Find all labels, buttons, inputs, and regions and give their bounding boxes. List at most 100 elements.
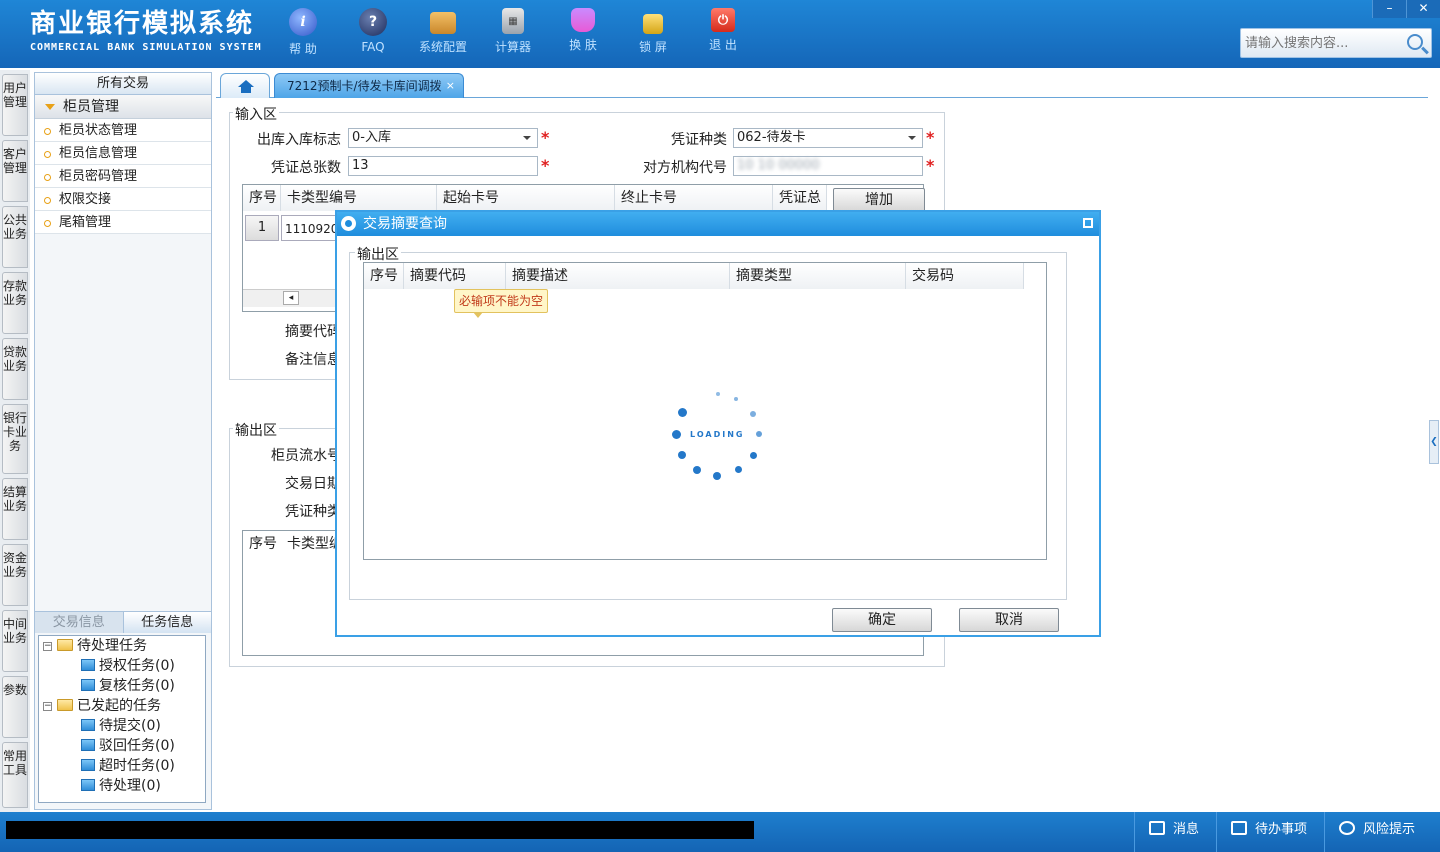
- nav-item-cash-box[interactable]: 尾箱管理: [35, 211, 211, 234]
- in-out-flag-label: 出库入库标志: [257, 132, 341, 148]
- tab-label: 7212预制卡/待发卡库间调拨: [287, 79, 442, 93]
- vtab-deposit[interactable]: 存款业务: [2, 272, 28, 334]
- skin-icon: [571, 8, 595, 32]
- tab-transaction-info[interactable]: 交易信息: [35, 612, 123, 633]
- tab-close-icon[interactable]: ×: [446, 74, 455, 98]
- minimize-button[interactable]: –: [1372, 0, 1406, 18]
- summary-header-index: 序号: [364, 263, 404, 289]
- todo-button[interactable]: 待办事项: [1216, 812, 1324, 852]
- file-icon: [81, 679, 95, 691]
- tree-node-auth[interactable]: 授权任务(0): [81, 656, 175, 676]
- row-card-type-cell[interactable]: 11109201: [281, 215, 337, 241]
- tree-node-review[interactable]: 复核任务(0): [81, 676, 175, 696]
- teller-seq-label: 柜员流水号: [271, 448, 341, 464]
- add-button[interactable]: 增加: [833, 188, 925, 212]
- calculator-label: 计算器: [494, 40, 531, 54]
- in-out-flag-select[interactable]: 0-入库: [348, 128, 538, 148]
- all-transactions-header[interactable]: 所有交易: [35, 73, 211, 95]
- messages-button[interactable]: 消息: [1134, 812, 1216, 852]
- summary-header-code: 摘要代码: [404, 263, 506, 289]
- tree-node-initiated[interactable]: 已发起的任务: [57, 696, 161, 716]
- spinner-dot: [750, 411, 756, 417]
- task-tab-bar: 交易信息 任务信息: [35, 611, 211, 633]
- tree-label: 授权任务(0): [99, 658, 175, 674]
- vtab-common-tools[interactable]: 常用工具: [2, 742, 28, 808]
- info-icon: i: [289, 8, 317, 36]
- scroll-left-icon[interactable]: ◂: [283, 291, 299, 305]
- nav-item-permission-handover[interactable]: 权限交接: [35, 188, 211, 211]
- app-subtitle: COMMERCIAL BANK SIMULATION SYSTEM: [30, 42, 262, 53]
- vtab-bank-card[interactable]: 银行卡业务: [2, 404, 28, 474]
- tab-card-transfer[interactable]: 7212预制卡/待发卡库间调拨 ×: [274, 73, 464, 98]
- file-icon: [81, 739, 95, 751]
- faq-label: FAQ: [361, 40, 385, 54]
- chat-bubble-icon: [1339, 821, 1355, 835]
- config-icon: [430, 12, 456, 34]
- maximize-icon[interactable]: [1083, 218, 1093, 228]
- app-brand: 商业银行模拟系统 COMMERCIAL BANK SIMULATION SYST…: [30, 8, 262, 53]
- vtab-funds[interactable]: 资金业务: [2, 544, 28, 606]
- tree-node-to-process[interactable]: 待处理(0): [81, 776, 161, 796]
- collapse-toggle[interactable]: −: [43, 702, 52, 711]
- cancel-button[interactable]: 取消: [959, 608, 1059, 632]
- teller-management-group[interactable]: 柜员管理: [35, 95, 211, 119]
- vtab-intermediary[interactable]: 中间业务: [2, 610, 28, 672]
- checkbox-icon: [1231, 821, 1247, 835]
- horizontal-scrollbar[interactable]: ◂: [243, 289, 343, 307]
- risk-alert-button[interactable]: 风险提示: [1324, 812, 1440, 852]
- calculator-icon: ▦: [502, 8, 524, 34]
- nav-item-teller-info[interactable]: 柜员信息管理: [35, 142, 211, 165]
- exit-button[interactable]: ⏻ 退 出: [688, 8, 758, 57]
- nav-item-teller-password[interactable]: 柜员密码管理: [35, 165, 211, 188]
- close-window-button[interactable]: ✕: [1406, 0, 1440, 18]
- vtab-parameters[interactable]: 参数: [2, 676, 28, 738]
- lock-icon: [643, 14, 663, 34]
- faq-button[interactable]: ? FAQ: [338, 8, 408, 57]
- help-button[interactable]: i 帮 助: [268, 8, 338, 57]
- vtab-public-business[interactable]: 公共业务: [2, 206, 28, 268]
- dialog-title-bar: 交易摘要查询: [337, 212, 1099, 236]
- tree-label: 超时任务(0): [99, 758, 175, 774]
- status-message-area: [6, 821, 754, 839]
- summary-header-desc: 摘要描述: [506, 263, 730, 289]
- vtab-loan[interactable]: 贷款业务: [2, 338, 28, 400]
- nav-item-teller-status[interactable]: 柜员状态管理: [35, 119, 211, 142]
- help-label: 帮 助: [289, 42, 317, 56]
- counterparty-value: 10 10 00000: [737, 158, 820, 173]
- lock-button[interactable]: 锁 屏: [618, 8, 688, 57]
- expand-right-panel-icon[interactable]: ❮: [1429, 420, 1439, 464]
- voucher-kind-label: 凭证种类: [285, 504, 341, 520]
- row-index-cell: 1: [245, 215, 279, 241]
- counterparty-input[interactable]: 10 10 00000: [733, 156, 923, 176]
- messages-label: 消息: [1173, 822, 1200, 837]
- tree-node-to-submit[interactable]: 待提交(0): [81, 716, 161, 736]
- file-icon: [81, 779, 95, 791]
- config-button[interactable]: 系统配置: [408, 8, 478, 57]
- window-controls: – ✕: [1372, 0, 1440, 18]
- output-section-legend: 输出区: [233, 420, 279, 440]
- required-mark: *: [541, 128, 550, 147]
- tree-node-pending[interactable]: 待处理任务: [57, 636, 147, 656]
- search-icon[interactable]: [1407, 34, 1423, 50]
- vtab-settlement[interactable]: 结算业务: [2, 478, 28, 540]
- tree-label: 已发起的任务: [77, 698, 161, 714]
- main-tab-bar: 7212预制卡/待发卡库间调拨 ×: [216, 72, 1428, 98]
- total-count-input[interactable]: 13: [348, 156, 538, 176]
- calculator-button[interactable]: ▦ 计算器: [478, 8, 548, 57]
- ok-button[interactable]: 确定: [832, 608, 932, 632]
- voucher-type-select[interactable]: 062-待发卡: [733, 128, 923, 148]
- lock-label: 锁 屏: [639, 40, 667, 54]
- search-input[interactable]: [1245, 33, 1405, 53]
- collapse-toggle[interactable]: −: [43, 642, 52, 651]
- tab-task-info[interactable]: 任务信息: [122, 612, 211, 633]
- trade-date-label: 交易日期: [285, 476, 341, 492]
- skin-button[interactable]: 换 肤: [548, 8, 618, 57]
- home-icon: [238, 80, 254, 93]
- folder-icon: [57, 639, 73, 651]
- vtab-user-management[interactable]: 用户管理: [2, 74, 28, 136]
- vtab-customer-management[interactable]: 客户管理: [2, 140, 28, 202]
- tab-home[interactable]: [220, 73, 270, 98]
- tree-node-rejected[interactable]: 驳回任务(0): [81, 736, 175, 756]
- tree-node-timeout[interactable]: 超时任务(0): [81, 756, 175, 776]
- dialog-app-icon: [341, 216, 356, 231]
